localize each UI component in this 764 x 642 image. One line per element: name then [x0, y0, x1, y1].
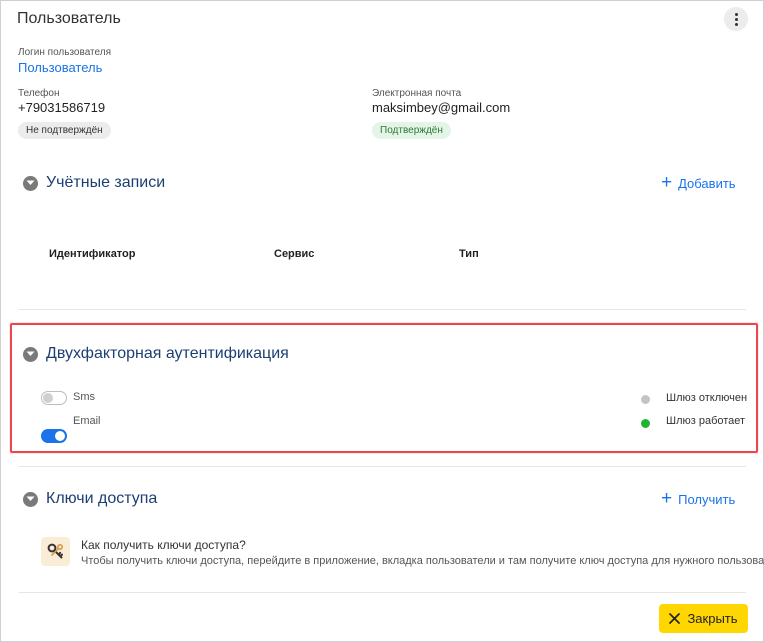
chevron-down-icon [23, 491, 38, 507]
twofa-title: Двухфакторная аутентификация [46, 345, 289, 362]
email-label: Электронная почта [372, 88, 462, 99]
gateway-on-label: Шлюз работает [666, 415, 746, 427]
accounts-section-header[interactable]: Учётные записи [23, 174, 165, 192]
keys-icon [41, 537, 70, 566]
email-option-label: Email [73, 415, 101, 427]
email-status-badge: Подтверждён [372, 122, 451, 139]
email-value: maksimbey@gmail.com [372, 100, 511, 115]
keys-hint: Чтобы получить ключи доступа, перейдите … [81, 555, 764, 567]
keys-section-header[interactable]: Ключи доступа [23, 490, 157, 508]
get-keys-button[interactable]: + Получить [661, 488, 736, 509]
login-link[interactable]: Пользователь [18, 60, 102, 75]
column-header-type: Тип [459, 248, 479, 260]
sms-toggle[interactable] [41, 391, 67, 405]
accounts-title: Учётные записи [46, 174, 166, 191]
more-menu-icon[interactable] [724, 7, 748, 31]
page-title: Пользователь [17, 10, 121, 27]
close-button-label: Закрыть [687, 611, 738, 626]
user-dialog: Пользователь Логин пользователя Пользова… [0, 0, 764, 642]
close-button[interactable]: Закрыть [659, 604, 748, 633]
gateway-off-indicator [641, 395, 650, 404]
twofa-section-header[interactable]: Двухфакторная аутентификация [23, 345, 289, 363]
plus-icon: + [661, 488, 673, 509]
keys-question: Как получить ключи доступа? [81, 538, 246, 552]
phone-value: +79031586719 [18, 100, 106, 115]
get-keys-label: Получить [678, 492, 736, 507]
section-divider [19, 309, 746, 310]
plus-icon: + [661, 172, 673, 193]
sms-option-label: Sms [73, 391, 95, 403]
chevron-down-icon [23, 346, 38, 362]
phone-status-badge: Не подтверждён [18, 122, 111, 139]
column-header-service: Сервис [274, 248, 315, 260]
section-divider [19, 466, 746, 467]
twofa-highlight-frame [10, 323, 758, 453]
chevron-down-icon [23, 175, 38, 191]
keys-title: Ключи доступа [46, 490, 158, 507]
email-toggle[interactable] [41, 429, 67, 443]
column-header-identifier: Идентификатор [49, 248, 136, 260]
close-icon [669, 613, 681, 624]
add-account-button[interactable]: + Добавить [661, 172, 736, 193]
phone-label: Телефон [18, 88, 60, 99]
gateway-on-indicator [641, 419, 650, 428]
gateway-off-label: Шлюз отключен [666, 392, 748, 404]
section-divider [19, 592, 746, 593]
add-account-label: Добавить [678, 176, 736, 191]
login-label: Логин пользователя [18, 47, 111, 58]
